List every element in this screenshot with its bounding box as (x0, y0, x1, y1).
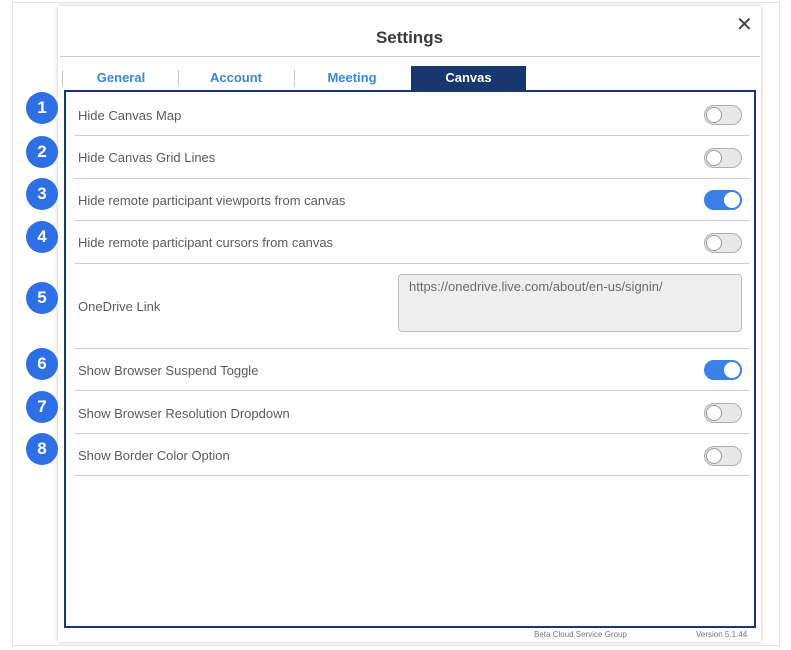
setting-row-browser-resolution: Show Browser Resolution Dropdown (74, 391, 750, 434)
tab-account[interactable]: Account (179, 66, 293, 90)
setting-row-border-color: Show Border Color Option (74, 434, 750, 476)
callout-badge-2: 2 (26, 136, 58, 168)
callout-badge-4: 4 (26, 221, 58, 253)
callout-badge-6: 6 (26, 348, 58, 380)
setting-label: OneDrive Link (78, 299, 161, 314)
footer-version: Version 5.1.44 (696, 630, 748, 639)
callout-badge-1: 1 (26, 92, 58, 124)
onedrive-link-input[interactable]: https://onedrive.live.com/about/en-us/si… (398, 274, 742, 332)
setting-label: Show Border Color Option (78, 448, 230, 463)
setting-label: Hide Canvas Map (78, 108, 182, 123)
setting-row-hide-grid-lines: Hide Canvas Grid Lines (74, 136, 750, 179)
setting-row-hide-cursors: Hide remote participant cursors from can… (74, 221, 750, 264)
toggle-knob (706, 107, 722, 123)
setting-label: Hide remote participant viewports from c… (78, 193, 346, 208)
border-color-toggle[interactable] (704, 446, 742, 466)
tab-general[interactable]: General (64, 66, 178, 90)
setting-label: Show Browser Resolution Dropdown (78, 406, 290, 421)
setting-label: Hide remote participant cursors from can… (78, 235, 334, 250)
toggle-knob (706, 235, 722, 251)
setting-row-hide-canvas-map: Hide Canvas Map (74, 92, 750, 136)
title-divider (60, 56, 760, 57)
toggle-knob (706, 448, 722, 464)
canvas-settings-panel: Hide Canvas Map Hide Canvas Grid Lines H… (64, 90, 756, 628)
toggle-knob (724, 362, 740, 378)
close-icon[interactable]: ✕ (736, 15, 753, 35)
callout-badge-3: 3 (26, 178, 58, 210)
toggle-knob (706, 150, 722, 166)
setting-row-browser-suspend: Show Browser Suspend Toggle (74, 349, 750, 391)
setting-row-hide-viewports: Hide remote participant viewports from c… (74, 179, 750, 221)
setting-row-onedrive-link: OneDrive Link https://onedrive.live.com/… (74, 264, 750, 349)
hide-grid-lines-toggle[interactable] (704, 148, 742, 168)
dialog-title: Settings (375, 28, 444, 47)
callout-badge-5: 5 (26, 282, 58, 314)
hide-cursors-toggle[interactable] (704, 233, 742, 253)
browser-suspend-toggle[interactable] (704, 360, 742, 380)
footer-company: Beta Cloud Service Group (534, 630, 627, 639)
tab-separator (62, 70, 63, 86)
tab-meeting[interactable]: Meeting (295, 66, 409, 90)
tab-canvas[interactable]: Canvas (411, 66, 526, 90)
setting-label: Hide Canvas Grid Lines (78, 150, 216, 165)
toggle-knob (724, 192, 740, 208)
callout-badge-8: 8 (26, 433, 58, 465)
browser-resolution-toggle[interactable] (704, 403, 742, 423)
hide-canvas-map-toggle[interactable] (704, 105, 742, 125)
callout-badge-7: 7 (26, 391, 58, 423)
settings-dialog: Settings ✕ General Account Meeting Canva… (58, 6, 761, 642)
hide-viewports-toggle[interactable] (704, 190, 742, 210)
setting-label: Show Browser Suspend Toggle (78, 363, 259, 378)
toggle-knob (706, 405, 722, 421)
